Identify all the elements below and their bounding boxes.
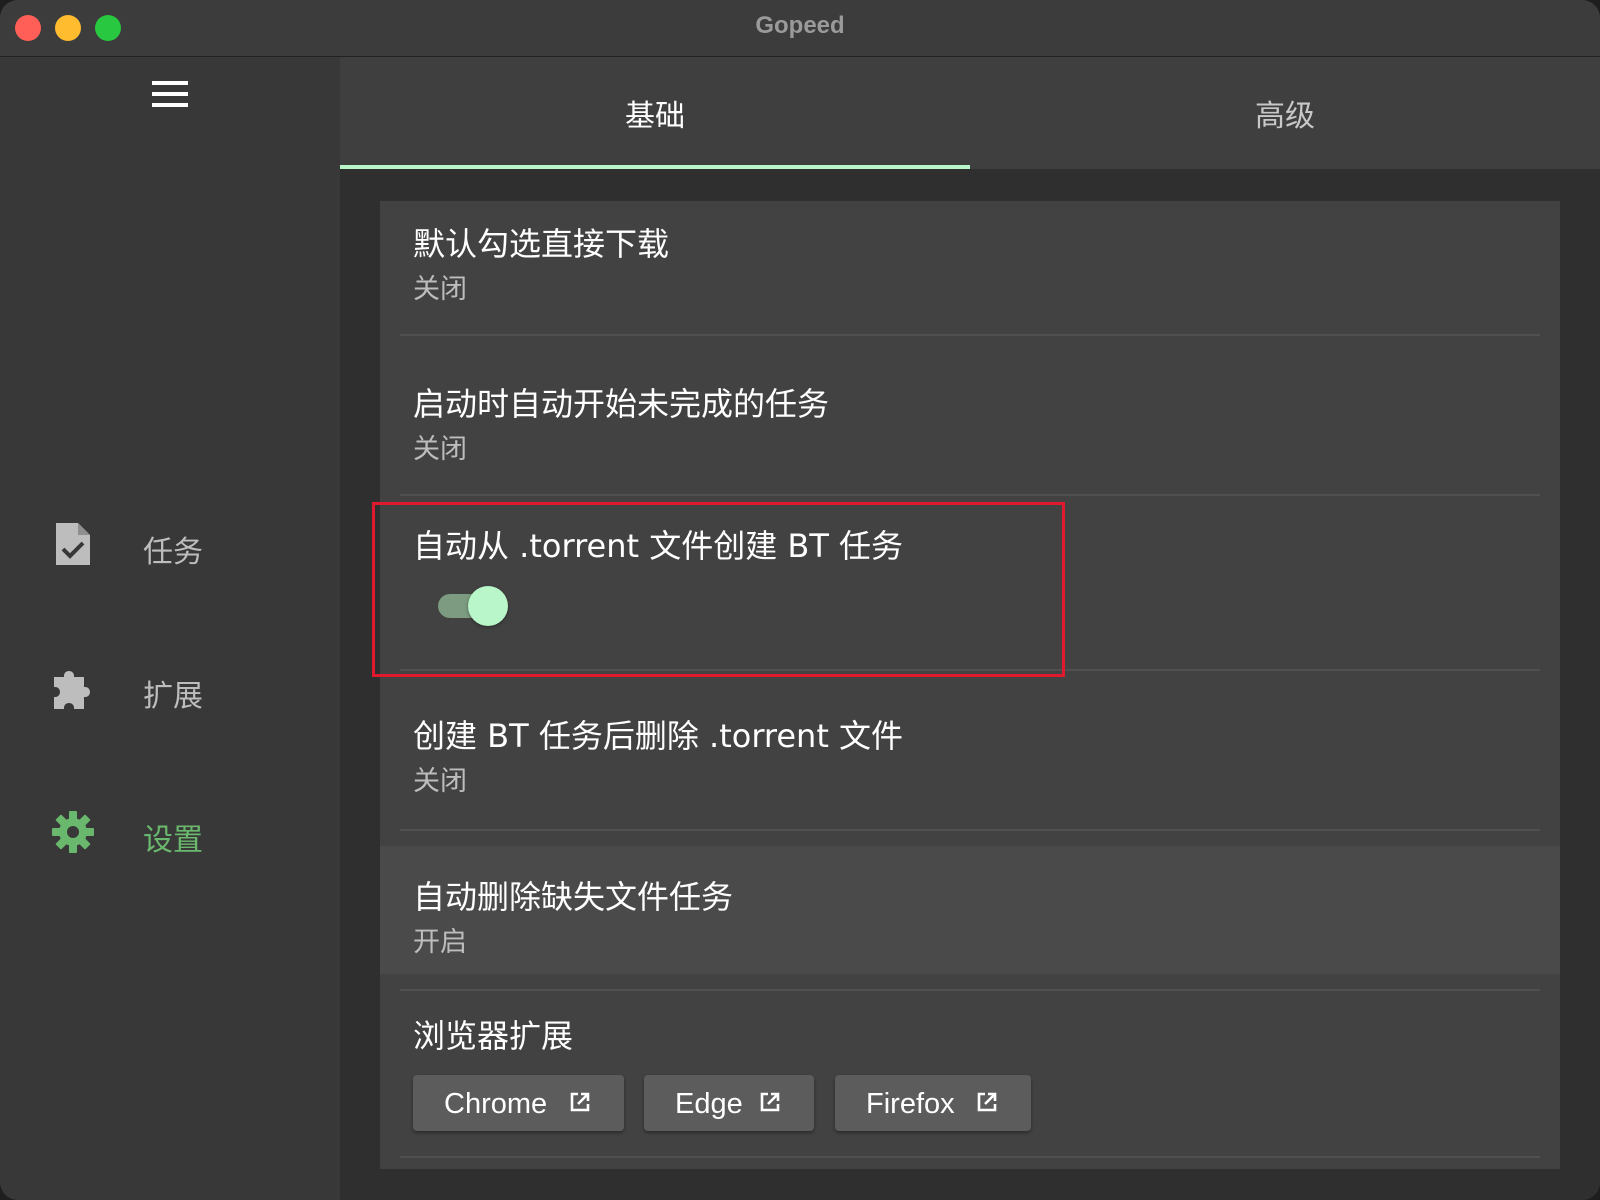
gear-icon bbox=[52, 811, 94, 853]
toggle-knob bbox=[468, 586, 508, 626]
setting-auto-create-bt-from-torrent[interactable]: 自动从 .torrent 文件创建 BT 任务 bbox=[380, 499, 1560, 669]
hamburger-menu-icon[interactable] bbox=[152, 81, 188, 109]
setting-title: 自动删除缺失文件任务 bbox=[413, 878, 734, 916]
setting-title: 启动时自动开始未完成的任务 bbox=[413, 385, 830, 423]
open-external-icon bbox=[977, 1092, 997, 1112]
divider bbox=[400, 829, 1540, 831]
settings-tabs: 基础 高级 bbox=[340, 57, 1600, 169]
task-file-icon bbox=[56, 523, 90, 565]
button-label: Chrome bbox=[444, 1088, 548, 1120]
setting-title: 浏览器扩展 bbox=[413, 1017, 574, 1055]
divider bbox=[400, 1156, 1540, 1158]
bt-auto-create-toggle[interactable] bbox=[436, 584, 512, 626]
button-label: Firefox bbox=[866, 1088, 955, 1120]
setting-auto-delete-missing-files[interactable]: 自动删除缺失文件任务 开启 bbox=[380, 846, 1560, 974]
setting-title: 创建 BT 任务后删除 .torrent 文件 bbox=[413, 717, 904, 755]
sidebar: 任务 扩展 设置 bbox=[0, 57, 340, 1200]
sidebar-item-extensions[interactable]: 扩展 bbox=[0, 649, 340, 729]
sidebar-item-settings[interactable]: 设置 bbox=[0, 793, 340, 873]
setting-default-direct-download[interactable]: 默认勾选直接下载 关闭 bbox=[380, 201, 1560, 341]
tab-basic[interactable]: 基础 bbox=[340, 57, 970, 169]
chrome-extension-button[interactable]: Chrome bbox=[413, 1075, 624, 1131]
open-external-icon bbox=[570, 1092, 590, 1112]
setting-auto-start-unfinished[interactable]: 启动时自动开始未完成的任务 关闭 bbox=[380, 341, 1560, 499]
title-bar: Gopeed bbox=[0, 0, 1600, 57]
setting-value: 开启 bbox=[413, 927, 467, 958]
sidebar-item-label: 设置 bbox=[143, 823, 203, 858]
divider bbox=[400, 494, 1540, 496]
window-title: Gopeed bbox=[755, 12, 845, 39]
tab-label: 高级 bbox=[1255, 99, 1315, 134]
puzzle-icon bbox=[54, 671, 90, 709]
sidebar-item-label: 任务 bbox=[143, 535, 203, 570]
setting-delete-torrent-after-bt[interactable]: 创建 BT 任务后删除 .torrent 文件 关闭 bbox=[380, 671, 1560, 829]
sidebar-item-tasks[interactable]: 任务 bbox=[0, 505, 340, 585]
edge-extension-button[interactable]: Edge bbox=[644, 1075, 814, 1131]
setting-title: 默认勾选直接下载 bbox=[413, 225, 670, 263]
tab-advanced[interactable]: 高级 bbox=[970, 57, 1600, 169]
setting-title: 自动从 .torrent 文件创建 BT 任务 bbox=[413, 527, 904, 565]
setting-value: 关闭 bbox=[413, 434, 467, 465]
open-external-icon bbox=[760, 1092, 780, 1112]
button-label: Edge bbox=[675, 1088, 743, 1120]
app-window: Gopeed 任务 扩展 设置 基础 高级 默认勾选直接下载 关闭 启动时自动开… bbox=[0, 0, 1600, 1200]
sidebar-item-label: 扩展 bbox=[143, 679, 203, 714]
firefox-extension-button[interactable]: Firefox bbox=[835, 1075, 1031, 1131]
tab-label: 基础 bbox=[625, 99, 685, 134]
settings-content: 默认勾选直接下载 关闭 启动时自动开始未完成的任务 关闭 自动从 .torren… bbox=[340, 169, 1600, 1200]
setting-value: 关闭 bbox=[413, 274, 467, 305]
setting-value: 关闭 bbox=[413, 766, 467, 797]
settings-card: 默认勾选直接下载 关闭 启动时自动开始未完成的任务 关闭 自动从 .torren… bbox=[380, 201, 1560, 1169]
divider bbox=[400, 334, 1540, 336]
